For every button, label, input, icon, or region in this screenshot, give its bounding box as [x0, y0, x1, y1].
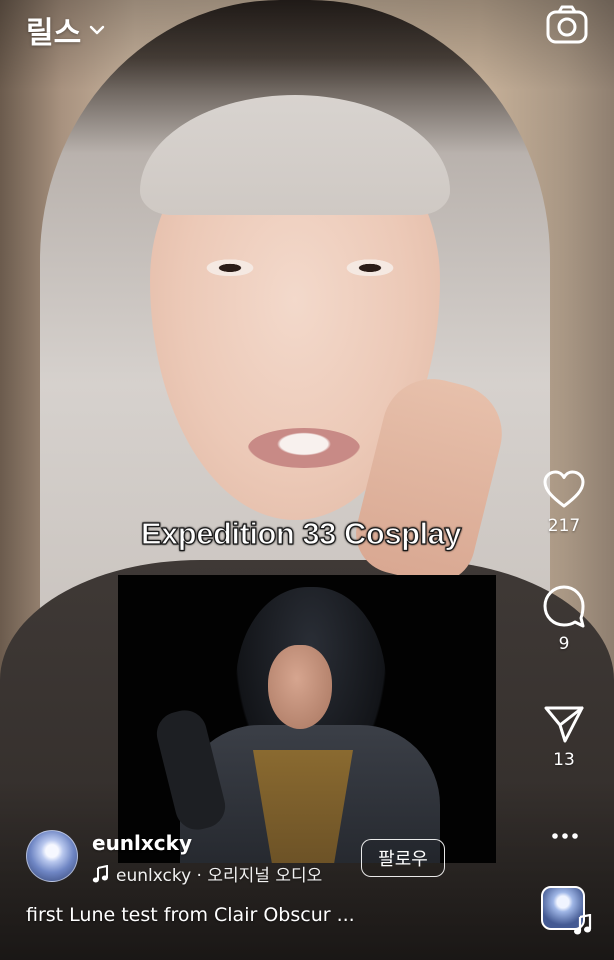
share-count: 13: [553, 750, 575, 770]
author-avatar[interactable]: [26, 830, 78, 882]
video-mouth: [248, 428, 360, 468]
reel-caption[interactable]: first Lune test from Clair Obscur ...: [26, 904, 355, 926]
camera-icon[interactable]: [545, 5, 589, 45]
reels-title-dropdown[interactable]: 릴스: [26, 8, 107, 52]
comment-icon[interactable]: [542, 584, 586, 628]
comment-count: 9: [558, 634, 570, 654]
follow-button[interactable]: 팔로우: [361, 839, 445, 877]
comment-action: 9: [534, 584, 594, 654]
like-count: 217: [547, 516, 581, 536]
more-icon[interactable]: [548, 826, 582, 846]
author-username[interactable]: eunlxcky: [92, 831, 192, 855]
heart-icon[interactable]: [542, 470, 586, 510]
audio-label: eunlxcky · 오리지널 오디오: [116, 866, 323, 886]
inset-face: [268, 645, 332, 729]
video-right-eye: [343, 258, 397, 276]
reels-screen: 릴스 Expedition 33 Cosplay 217 9 13 eunlxc…: [0, 0, 614, 960]
reels-title: 릴스: [26, 16, 82, 51]
like-action: 217: [534, 470, 594, 536]
send-icon[interactable]: [543, 704, 585, 744]
video-overlay-text: Expedition 33 Cosplay: [140, 515, 462, 551]
original-audio-link[interactable]: eunlxcky · 오리지널 오디오: [92, 861, 322, 886]
share-action: 13: [534, 704, 594, 770]
music-note-icon: [574, 914, 592, 935]
video-left-eye: [203, 258, 257, 276]
inset-character-image: [118, 575, 496, 863]
chevron-down-icon: [90, 25, 105, 35]
music-note-icon: [92, 864, 108, 882]
